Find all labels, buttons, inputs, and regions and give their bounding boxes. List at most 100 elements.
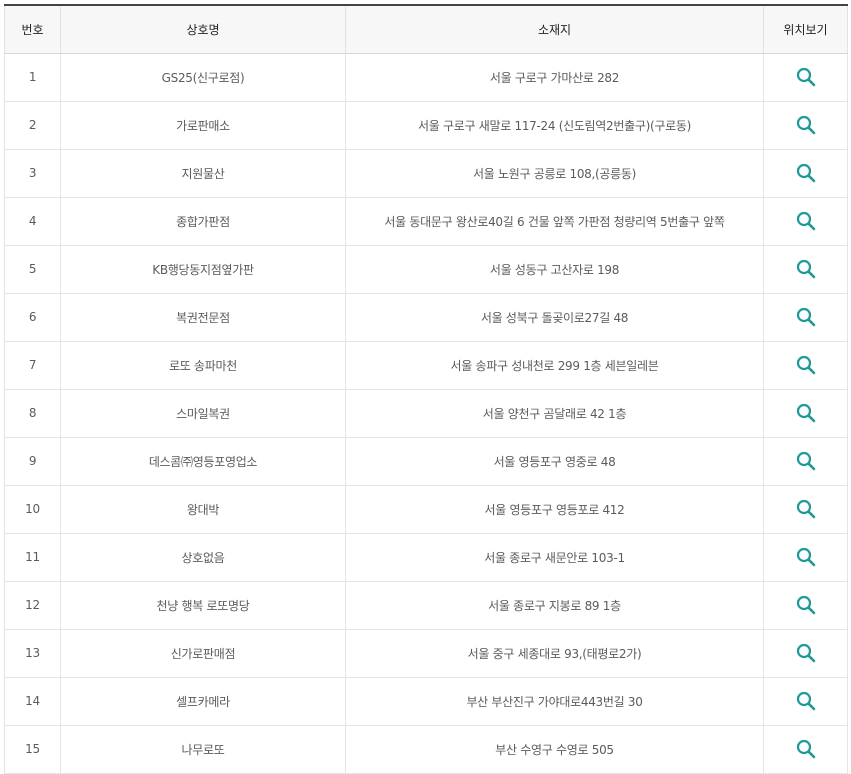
search-icon (796, 67, 815, 87)
location-cell (763, 581, 848, 630)
row-num: 7 (4, 341, 61, 390)
search-icon (796, 547, 815, 567)
location-cell (763, 533, 848, 582)
store-name: 천냥 행복 로또명당 (60, 581, 346, 630)
table-row: 6 복권전문점 서울 성북구 돌곶이로27길 48 (4, 293, 848, 342)
view-location-button[interactable] (792, 639, 820, 667)
location-cell (763, 293, 848, 342)
store-name: GS25(신구로점) (60, 53, 346, 102)
row-num: 15 (4, 725, 61, 774)
store-address: 서울 양천구 곰달래로 42 1층 (345, 389, 764, 438)
location-cell (763, 53, 848, 102)
store-name: 상호없음 (60, 533, 346, 582)
search-icon (796, 355, 815, 375)
row-num: 3 (4, 149, 61, 198)
store-address: 서울 동대문구 왕산로40길 6 건물 앞쪽 가판점 청량리역 5번출구 앞쪽 (345, 197, 764, 246)
store-address: 부산 부산진구 가야대로443번길 30 (345, 677, 764, 726)
table-row: 8 스마일복권 서울 양천구 곰달래로 42 1층 (4, 389, 848, 438)
store-address: 서울 영등포구 영중로 48 (345, 437, 764, 486)
view-location-button[interactable] (792, 735, 820, 763)
location-cell (763, 149, 848, 198)
table-row: 3 지원물산 서울 노원구 공릉로 108,(공릉동) (4, 149, 848, 198)
store-name: 로또 송파마천 (60, 341, 346, 390)
store-address: 서울 구로구 가마산로 282 (345, 53, 764, 102)
location-cell (763, 437, 848, 486)
search-icon (796, 739, 815, 759)
row-num: 9 (4, 437, 61, 486)
store-address: 서울 중구 세종대로 93,(태평로2가) (345, 629, 764, 678)
view-location-button[interactable] (792, 255, 820, 283)
location-cell (763, 341, 848, 390)
view-location-button[interactable] (792, 111, 820, 139)
table-row: 7 로또 송파마천 서울 송파구 성내천로 299 1층 세븐일레븐 (4, 341, 848, 390)
view-location-button[interactable] (792, 351, 820, 379)
store-list-table-wrap: 번호 상호명 소재지 위치보기 1 GS25(신구로점) 서울 구로구 가마산로 2… (4, 4, 848, 774)
table-row: 9 데스콤㈜영등포영업소 서울 영등포구 영중로 48 (4, 437, 848, 486)
header-num: 번호 (4, 5, 61, 54)
store-address: 부산 수영구 수영로 505 (345, 725, 764, 774)
store-name: 신가로판매점 (60, 629, 346, 678)
store-address: 서울 성북구 돌곶이로27길 48 (345, 293, 764, 342)
row-num: 2 (4, 101, 61, 150)
view-location-button[interactable] (792, 447, 820, 475)
search-icon (796, 307, 815, 327)
store-address: 서울 영등포구 영등포로 412 (345, 485, 764, 534)
row-num: 10 (4, 485, 61, 534)
store-address: 서울 종로구 새문안로 103-1 (345, 533, 764, 582)
search-icon (796, 643, 815, 663)
view-location-button[interactable] (792, 495, 820, 523)
store-address: 서울 송파구 성내천로 299 1층 세븐일레븐 (345, 341, 764, 390)
location-cell (763, 245, 848, 294)
view-location-button[interactable] (792, 399, 820, 427)
table-body: 1 GS25(신구로점) 서울 구로구 가마산로 282 2 가로판매소 서울 구로구 새… (4, 53, 848, 774)
store-name: 가로판매소 (60, 101, 346, 150)
view-location-button[interactable] (792, 303, 820, 331)
view-location-button[interactable] (792, 591, 820, 619)
search-icon (796, 403, 815, 423)
store-name: 지원물산 (60, 149, 346, 198)
table-row: 10 왕대박 서울 영등포구 영등포로 412 (4, 485, 848, 534)
store-name: 왕대박 (60, 485, 346, 534)
store-address: 서울 종로구 지봉로 89 1층 (345, 581, 764, 630)
view-location-button[interactable] (792, 159, 820, 187)
view-location-button[interactable] (792, 63, 820, 91)
row-num: 13 (4, 629, 61, 678)
row-num: 12 (4, 581, 61, 630)
search-icon (796, 163, 815, 183)
header-address: 소재지 (345, 5, 764, 54)
store-name: 셀프카메라 (60, 677, 346, 726)
view-location-button[interactable] (792, 207, 820, 235)
search-icon (796, 451, 815, 471)
row-num: 14 (4, 677, 61, 726)
location-cell (763, 677, 848, 726)
store-address: 서울 성동구 고산자로 198 (345, 245, 764, 294)
row-num: 4 (4, 197, 61, 246)
row-num: 1 (4, 53, 61, 102)
location-cell (763, 389, 848, 438)
search-icon (796, 595, 815, 615)
location-cell (763, 629, 848, 678)
store-name: 복권전문점 (60, 293, 346, 342)
location-cell (763, 101, 848, 150)
table-row: 12 천냥 행복 로또명당 서울 종로구 지봉로 89 1층 (4, 581, 848, 630)
search-icon (796, 115, 815, 135)
store-list-table: 번호 상호명 소재지 위치보기 1 GS25(신구로점) 서울 구로구 가마산로 2… (4, 4, 848, 774)
table-row: 2 가로판매소 서울 구로구 새말로 117-24 (신도림역2번출구)(구로동) (4, 101, 848, 150)
table-header: 번호 상호명 소재지 위치보기 (4, 5, 848, 54)
store-name: 나무로또 (60, 725, 346, 774)
table-row: 5 KB행당동지점옆가판 서울 성동구 고산자로 198 (4, 245, 848, 294)
header-name: 상호명 (60, 5, 346, 54)
view-location-button[interactable] (792, 687, 820, 715)
search-icon (796, 499, 815, 519)
store-name: 종합가판점 (60, 197, 346, 246)
store-name: 데스콤㈜영등포영업소 (60, 437, 346, 486)
row-num: 11 (4, 533, 61, 582)
search-icon (796, 691, 815, 711)
view-location-button[interactable] (792, 543, 820, 571)
location-cell (763, 197, 848, 246)
store-name: KB행당동지점옆가판 (60, 245, 346, 294)
table-row: 4 종합가판점 서울 동대문구 왕산로40길 6 건물 앞쪽 가판점 청량리역 5번… (4, 197, 848, 246)
row-num: 6 (4, 293, 61, 342)
search-icon (796, 211, 815, 231)
table-row: 11 상호없음 서울 종로구 새문안로 103-1 (4, 533, 848, 582)
